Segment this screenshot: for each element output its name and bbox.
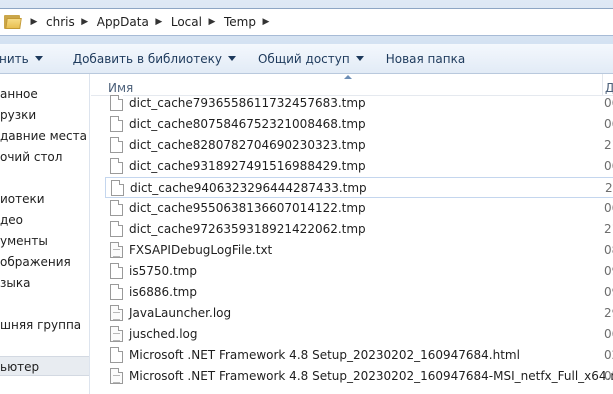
file-row[interactable]: Microsoft .NET Framework 4.8 Setup_20230… bbox=[105, 345, 613, 366]
file-name: dict_cache7936558611732457683.tmp bbox=[129, 96, 366, 110]
file-name: Microsoft .NET Framework 4.8 Setup_20230… bbox=[129, 369, 613, 383]
text-file-icon bbox=[110, 242, 123, 258]
new-folder-button[interactable]: Новая папка bbox=[378, 47, 473, 71]
nav-item-favorites[interactable]: анное bbox=[0, 84, 89, 104]
nav-item-recent-places[interactable]: давние места bbox=[0, 126, 89, 146]
breadcrumb-chris[interactable]: chris bbox=[46, 15, 75, 29]
chevron-right-icon[interactable]: ▶ bbox=[30, 17, 38, 27]
share-label: Общий доступ bbox=[257, 51, 350, 66]
dropdown-arrow-icon bbox=[34, 56, 43, 61]
file-name: Microsoft .NET Framework 4.8 Setup_20230… bbox=[129, 348, 520, 362]
blank-file-icon bbox=[110, 116, 123, 132]
file-row[interactable]: dict_cache9550638136607014122.tmp 06 bbox=[105, 198, 613, 219]
text-file-icon bbox=[110, 326, 123, 342]
address-bar[interactable]: ▶ chris ▶ AppData ▶ Local ▶ Temp ▶ bbox=[0, 8, 613, 36]
file-date: 08 bbox=[604, 243, 613, 257]
file-name: JavaLauncher.log bbox=[129, 306, 232, 320]
add-to-library-label: Добавить в библиотеку bbox=[72, 51, 222, 66]
file-name: dict_cache9318927491516988429.tmp bbox=[129, 159, 366, 173]
file-name: is6886.tmp bbox=[129, 285, 197, 299]
file-row[interactable]: dict_cache9318927491516988429.tmp 06 bbox=[105, 156, 613, 177]
file-date: 29 bbox=[604, 306, 613, 320]
file-date: 09 bbox=[604, 264, 613, 278]
folder-icon bbox=[4, 14, 24, 30]
file-date: 06 bbox=[604, 159, 613, 173]
file-date: 02 bbox=[604, 348, 613, 362]
blank-file-icon bbox=[110, 95, 123, 111]
blank-file-icon bbox=[110, 347, 123, 363]
chevron-right-icon[interactable]: ▶ bbox=[155, 17, 163, 27]
organize-label: нить bbox=[0, 51, 29, 66]
file-row[interactable]: jusched.log 06 bbox=[105, 324, 613, 345]
nav-item-computer[interactable]: ьютер bbox=[0, 356, 89, 376]
file-row[interactable]: JavaLauncher.log 29 bbox=[105, 303, 613, 324]
file-date: 06 bbox=[604, 327, 613, 341]
blank-file-icon bbox=[110, 221, 123, 237]
file-date: 09 bbox=[604, 285, 613, 299]
file-name: dict_cache9726359318921422062.tmp bbox=[129, 222, 366, 236]
file-row[interactable]: Microsoft .NET Framework 4.8 Setup_20230… bbox=[105, 366, 613, 387]
address-bar-area: ▶ chris ▶ AppData ▶ Local ▶ Temp ▶ bbox=[0, 0, 613, 44]
command-bar: нить Добавить в библиотеку Общий доступ … bbox=[0, 44, 613, 74]
file-row[interactable]: dict_cache8280782704690230323.tmp 21 bbox=[105, 135, 613, 156]
nav-item-desktop[interactable]: очий стол bbox=[0, 147, 89, 167]
nav-item-downloads[interactable]: рузки bbox=[0, 105, 89, 125]
file-name: FXSAPIDebugLogFile.txt bbox=[129, 243, 273, 257]
file-name: dict_cache8280782704690230323.tmp bbox=[129, 138, 366, 152]
file-name: jusched.log bbox=[129, 327, 198, 341]
file-name: dict_cache9406323296444287433.tmp bbox=[130, 181, 367, 195]
blank-file-icon bbox=[110, 200, 123, 216]
navigation-pane[interactable]: анное рузки давние места очий стол иотек… bbox=[0, 74, 90, 394]
file-date: 21 bbox=[604, 138, 613, 152]
dropdown-arrow-icon bbox=[227, 56, 236, 61]
add-to-library-button[interactable]: Добавить в библиотеку bbox=[65, 47, 244, 71]
text-file-icon bbox=[110, 305, 123, 321]
breadcrumb-temp[interactable]: Temp bbox=[224, 15, 256, 29]
chevron-right-icon[interactable]: ▶ bbox=[262, 17, 270, 27]
new-folder-label: Новая папка bbox=[385, 51, 466, 66]
nav-item-pictures[interactable]: ображения bbox=[0, 252, 89, 272]
file-row[interactable]: is5750.tmp 09 bbox=[105, 261, 613, 282]
file-date: 21 bbox=[604, 222, 613, 236]
blank-file-icon bbox=[110, 263, 123, 279]
blank-file-icon bbox=[110, 158, 123, 174]
share-button[interactable]: Общий доступ bbox=[250, 47, 372, 71]
chevron-right-icon[interactable]: ▶ bbox=[81, 17, 89, 27]
nav-item-videos[interactable]: део bbox=[0, 210, 89, 230]
dropdown-arrow-icon bbox=[355, 56, 364, 61]
nav-item-homegroup[interactable]: шняя группа bbox=[0, 315, 89, 335]
file-row[interactable]: FXSAPIDebugLogFile.txt 08 bbox=[105, 240, 613, 261]
file-date: 06 bbox=[604, 117, 613, 131]
file-row[interactable]: dict_cache9406323296444287433.tmp 21 bbox=[105, 177, 613, 198]
file-date: 06 bbox=[604, 201, 613, 215]
chevron-right-icon[interactable]: ▶ bbox=[208, 17, 216, 27]
nav-item-music[interactable]: зыка bbox=[0, 273, 89, 293]
file-row[interactable]: dict_cache8075846752321008468.tmp 06 bbox=[105, 114, 613, 135]
blank-file-icon bbox=[110, 284, 123, 300]
nav-item-libraries[interactable]: иотеки bbox=[0, 189, 89, 209]
file-date: 02 bbox=[604, 369, 613, 383]
file-row[interactable]: dict_cache9726359318921422062.tmp 21 bbox=[105, 219, 613, 240]
file-date: 21 bbox=[605, 181, 613, 195]
breadcrumb-local[interactable]: Local bbox=[171, 15, 202, 29]
blank-file-icon bbox=[111, 180, 124, 196]
file-list[interactable]: Имя Д dict_cache7936558611732457683.tmp 0… bbox=[91, 74, 613, 394]
file-date: 06 bbox=[604, 96, 613, 110]
organize-button[interactable]: нить bbox=[0, 47, 51, 71]
file-name: dict_cache8075846752321008468.tmp bbox=[129, 117, 366, 131]
breadcrumb-appdata[interactable]: AppData bbox=[97, 15, 149, 29]
file-name: dict_cache9550638136607014122.tmp bbox=[129, 201, 366, 215]
file-row[interactable]: dict_cache7936558611732457683.tmp 06 bbox=[105, 93, 613, 114]
file-name: is5750.tmp bbox=[129, 264, 197, 278]
nav-item-documents[interactable]: ументы bbox=[0, 231, 89, 251]
file-row[interactable]: is6886.tmp 09 bbox=[105, 282, 613, 303]
blank-file-icon bbox=[110, 137, 123, 153]
text-file-icon bbox=[110, 368, 123, 384]
